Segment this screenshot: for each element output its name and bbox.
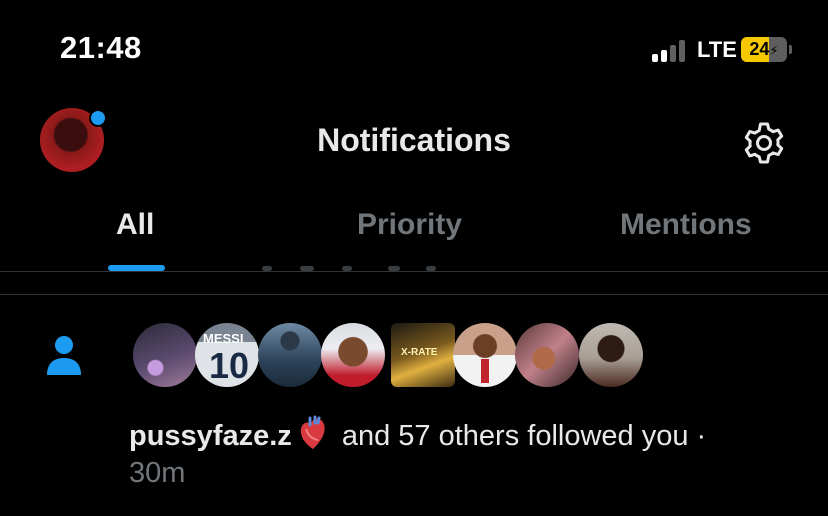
tab-mentions[interactable]: Mentions xyxy=(620,208,752,242)
top-app-bar: Notifications xyxy=(0,100,828,190)
follower-avatar[interactable] xyxy=(515,323,579,387)
tab-all[interactable]: All xyxy=(116,208,154,242)
tab-priority[interactable]: Priority xyxy=(357,208,462,242)
follower-avatar[interactable]: MESSI 10 xyxy=(195,323,259,387)
follower-avatar[interactable] xyxy=(133,323,197,387)
cellular-signal-icon xyxy=(652,38,692,62)
notification-message: pussyfaze.z and 57 others followed you · xyxy=(129,415,706,453)
status-bar: 21:48 LTE 24⚡ xyxy=(0,0,828,100)
previous-item-text-fragment xyxy=(238,266,438,274)
notification-action-text: and 57 others followed you · xyxy=(333,420,707,452)
follower-avatar[interactable] xyxy=(453,323,517,387)
person-icon xyxy=(47,336,81,375)
battery-icon: 24⚡ xyxy=(741,37,787,62)
follower-avatar[interactable]: X-RATE xyxy=(391,323,455,387)
follow-notification[interactable]: MESSI 10 X-RATE pussyfaze.z and 57 other… xyxy=(0,295,828,516)
follower-avatar[interactable] xyxy=(579,323,643,387)
follower-avatar[interactable] xyxy=(258,323,322,387)
anatomical-heart-emoji xyxy=(300,415,325,449)
page-title: Notifications xyxy=(317,122,511,158)
network-type: LTE xyxy=(697,37,737,62)
follower-avatars: MESSI 10 X-RATE xyxy=(133,321,653,389)
follower-avatar[interactable] xyxy=(321,323,385,387)
battery-level: 24⚡ xyxy=(749,39,779,59)
notification-timestamp: 30m xyxy=(129,457,186,489)
status-time: 21:48 xyxy=(60,30,142,65)
battery-nub xyxy=(789,45,792,54)
follower-username[interactable]: pussyfaze.z xyxy=(129,420,292,452)
gear-icon[interactable] xyxy=(741,120,787,166)
notification-tabs: All Priority Mentions xyxy=(0,190,828,272)
